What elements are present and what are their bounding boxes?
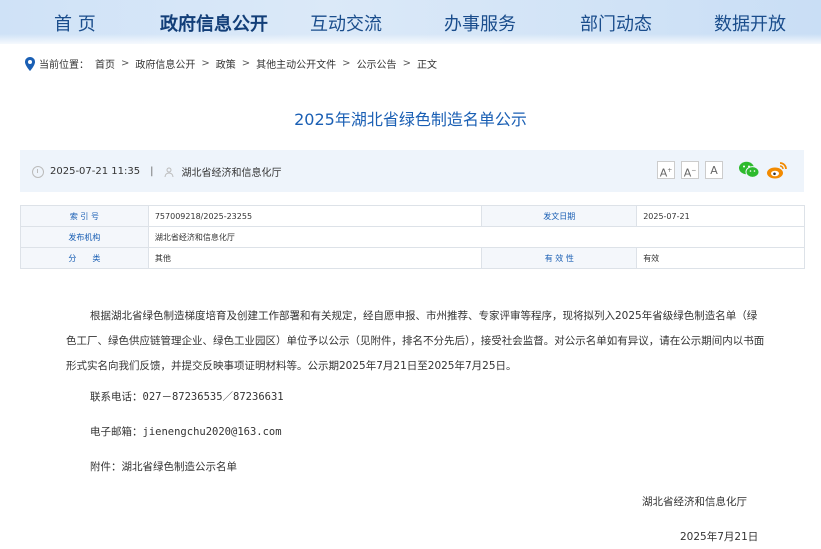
- attachment-link[interactable]: 附件：湖北省绿色制造公示名单: [90, 459, 237, 474]
- font-size-large-button[interactable]: A+: [657, 161, 675, 180]
- breadcrumb-other-files[interactable]: 其他主动公开文件: [256, 56, 336, 71]
- table-row: 索 引 号 757009218/2025-23255 发文日期 2025-07-…: [20, 205, 805, 227]
- signature-date: 2025年7月21日: [680, 531, 759, 543]
- table-value: 湖北省经济和信息化厅: [147, 226, 806, 248]
- document-info-table: 索 引 号 757009218/2025-23255 发文日期 2025-07-…: [20, 205, 806, 269]
- breadcrumb-announcements[interactable]: 公示公告: [357, 56, 397, 71]
- breadcrumb-gov-info[interactable]: 政府信息公开: [135, 56, 195, 71]
- breadcrumb-current: 正文: [416, 60, 437, 71]
- article-meta-bar: 2025-07-21 11:35 | 湖北省经济和信息化厅 A+ A− A: [20, 150, 804, 192]
- publisher: 湖北省经济和信息化厅: [181, 168, 282, 179]
- nav-item-home[interactable]: 首 页: [54, 10, 96, 36]
- breadcrumb-separator: >: [121, 58, 130, 69]
- breadcrumb-separator: >: [402, 58, 411, 69]
- table-value: 2025-07-21: [636, 205, 805, 227]
- article-body: 根据湖北省绿色制造梯度培育及创建工作部署和有关规定，经自愿申报、市州推荐、专家评…: [66, 310, 765, 372]
- nav-item-services[interactable]: 办事服务: [444, 10, 516, 36]
- font-size-reset-button[interactable]: A: [705, 161, 723, 179]
- nav-item-interaction[interactable]: 互动交流: [310, 10, 382, 36]
- signature: 湖北省经济和信息化厅: [642, 496, 747, 508]
- font-size-reset-label: A: [710, 164, 718, 177]
- page-title: 2025年湖北省绿色制造名单公示: [294, 110, 527, 129]
- article-meta: 2025-07-21 11:35 | 湖北省经济和信息化厅: [32, 164, 282, 179]
- font-size-small-button[interactable]: A−: [681, 161, 699, 180]
- table-value: 757009218/2025-23255: [147, 205, 483, 227]
- wechat-icon[interactable]: [738, 160, 760, 180]
- nav-item-open-data[interactable]: 数据开放: [714, 10, 786, 36]
- meta-divider: |: [150, 166, 154, 177]
- clock-icon: [32, 165, 44, 178]
- table-value: 其他: [147, 247, 483, 269]
- contact-phone: 联系电话：027－87236535／87236631: [90, 391, 284, 403]
- table-row: 分 类 其他 有 效 性 有效: [20, 247, 805, 269]
- person-icon: [164, 167, 173, 177]
- table-key: 发布机构: [20, 226, 149, 248]
- top-nav: 首 页 政府信息公开 互动交流 办事服务 部门动态 数据开放: [0, 0, 821, 44]
- location-pin-icon: [25, 56, 35, 71]
- breadcrumb-home[interactable]: 首页: [95, 56, 115, 71]
- nav-item-department-news[interactable]: 部门动态: [580, 10, 652, 36]
- breadcrumb-policy[interactable]: 政策: [216, 56, 236, 71]
- breadcrumb: 当前位置： 首页 > 政府信息公开 > 政策 > 其他主动公开文件 > 公示公告…: [24, 56, 437, 71]
- breadcrumb-separator: >: [342, 58, 351, 69]
- weibo-icon[interactable]: [766, 160, 788, 180]
- table-value: 有效: [636, 247, 805, 269]
- publish-datetime: 2025-07-21 11:35: [50, 166, 141, 177]
- breadcrumb-separator: >: [201, 58, 210, 69]
- nav-item-gov-info[interactable]: 政府信息公开: [160, 10, 268, 36]
- breadcrumb-label: 当前位置：: [39, 60, 89, 71]
- table-key: 分 类: [20, 247, 149, 269]
- table-key: 发文日期: [481, 205, 638, 227]
- breadcrumb-separator: >: [241, 58, 251, 69]
- table-key: 有 效 性: [481, 247, 638, 269]
- contact-email: 电子邮箱：jienengchu2020@163.com: [90, 426, 282, 438]
- table-row: 发布机构 湖北省经济和信息化厅: [20, 226, 806, 248]
- table-key: 索 引 号: [20, 205, 149, 227]
